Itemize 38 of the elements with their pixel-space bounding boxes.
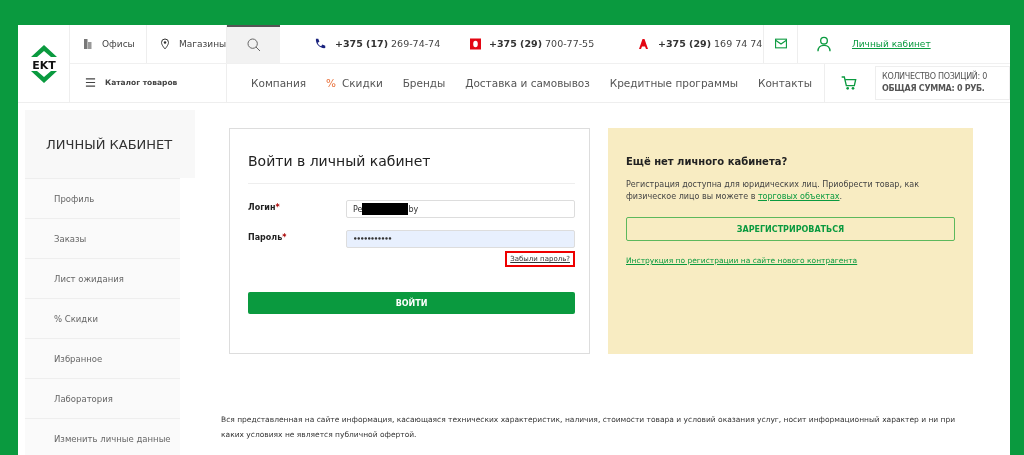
sidebar-item[interactable]: % Скидки	[25, 298, 180, 338]
sidebar-item[interactable]: Профиль	[25, 178, 180, 218]
register-title: Ещё нет личного кабинета?	[626, 156, 789, 167]
mail-icon	[772, 37, 789, 51]
sidebar-item[interactable]: Лист ожидания	[25, 258, 180, 298]
search-icon	[245, 36, 262, 53]
header-link[interactable]: Офисы	[102, 38, 135, 49]
mobile-operator-icon	[470, 36, 481, 51]
cart-count: КОЛИЧЕСТВО ПОЗИЦИЙ: 0	[882, 72, 988, 82]
phone-number[interactable]: +375 (29) 700-77-55	[489, 38, 595, 50]
nav-link[interactable]: Кредитные программы	[609, 76, 739, 89]
register-text: Регистрация доступна для юридических лиц. Приобрести товар, как физическое лицо вы можете в торговых объектах.	[626, 179, 921, 203]
sidebar-item[interactable]: Избранное	[25, 338, 180, 378]
nav-link[interactable]: Компания	[251, 76, 307, 89]
sidebar-title: ЛИЧНЫЙ КАБИНЕТ	[25, 110, 195, 178]
sidebar-item[interactable]: Лаборатория	[25, 378, 180, 418]
cart-summary[interactable]: КОЛИЧЕСТВО ПОЗИЦИЙ: 0 ОБЩАЯ СУММА: 0 РУБ.	[875, 65, 1010, 100]
login-button[interactable]: ВОЙТИ	[248, 292, 575, 314]
mobile-operator-icon	[638, 37, 650, 50]
cart-icon	[841, 74, 857, 91]
menu-icon	[84, 77, 97, 89]
login-field[interactable]: Pe by	[346, 200, 575, 218]
phone-number[interactable]: +375 (17) 269-74-74	[335, 38, 441, 50]
sidebar-item[interactable]: Изменить личные данные	[25, 418, 180, 455]
buildings-icon	[82, 36, 94, 51]
sidebar-item[interactable]: Заказы	[25, 218, 180, 258]
phone-number[interactable]: +375 (29) 169 74 74	[658, 38, 763, 50]
phone-icon	[313, 36, 327, 51]
login-title: Войти в личный кабинет	[248, 153, 575, 184]
user-icon	[816, 34, 832, 53]
header-link[interactable]: Магазины	[179, 38, 227, 49]
nav-link[interactable]: Контакты	[757, 76, 812, 89]
account-link[interactable]: Личный кабинет	[852, 38, 931, 49]
nav-link[interactable]: % Скидки	[325, 76, 383, 89]
cart-total: ОБЩАЯ СУММА: 0 РУБ.	[882, 84, 986, 94]
nav-link[interactable]: Доставка и самовывоз	[465, 76, 590, 89]
nav-link[interactable]: Бренды	[402, 76, 446, 89]
location-pin-icon	[159, 36, 171, 51]
